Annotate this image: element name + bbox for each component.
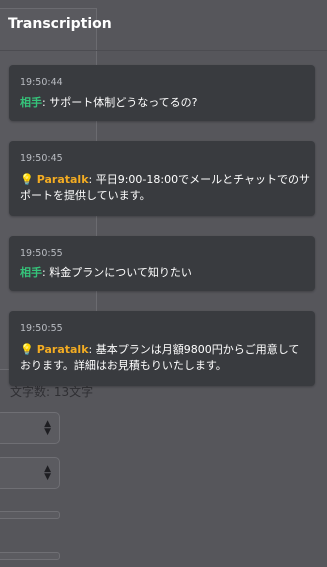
- speaker-colon: :: [88, 173, 96, 186]
- speaker-label: Paratalk: [36, 343, 89, 356]
- speaker-colon: :: [88, 343, 96, 356]
- message-body: 相手: サポート体制どうなってるの?: [20, 95, 310, 111]
- message-timestamp: 19:50:55: [20, 323, 63, 334]
- transcript-message: 19:50:55 相手: 料金プランについて知りたい: [9, 236, 315, 291]
- sort-caret-icon: ▲ ▼: [44, 464, 51, 482]
- sort-caret-icon: ▲ ▼: [44, 419, 51, 437]
- background-bar-1: [0, 511, 60, 519]
- background-bar-2: [0, 552, 60, 560]
- background-select-2: ▲ ▼: [0, 457, 60, 489]
- transcript-message: 19:50:55 💡 Paratalk: 基本プランは月額9800円からご用意して…: [9, 311, 315, 386]
- page-title: Transcription: [8, 16, 112, 32]
- speaker-label: 相手: [20, 96, 42, 109]
- message-timestamp: 19:50:45: [20, 153, 63, 164]
- message-body: 💡 Paratalk: 平日9:00-18:00でメールとチャットでのサポートを提…: [20, 172, 310, 204]
- lightbulb-icon: 💡: [20, 173, 34, 186]
- transcription-header: Transcription: [0, 0, 327, 51]
- message-timestamp: 19:50:55: [20, 248, 63, 259]
- message-timestamp: 19:50:44: [20, 77, 63, 88]
- background-select-1: ▲ ▼: [0, 412, 60, 444]
- message-text: サポート体制どうなってるの?: [49, 96, 198, 109]
- speaker-label: 相手: [20, 266, 42, 279]
- transcript-message: 19:50:45 💡 Paratalk: 平日9:00-18:00でメールとチャッ…: [9, 141, 315, 216]
- message-body: 相手: 料金プランについて知りたい: [20, 265, 310, 281]
- lightbulb-icon: 💡: [20, 343, 34, 356]
- message-text: 料金プランについて知りたい: [49, 266, 192, 279]
- transcript-message: 19:50:44 相手: サポート体制どうなってるの?: [9, 65, 315, 121]
- message-body: 💡 Paratalk: 基本プランは月額9800円からご用意しております。詳細はお…: [20, 342, 310, 374]
- speaker-label: Paratalk: [36, 173, 89, 186]
